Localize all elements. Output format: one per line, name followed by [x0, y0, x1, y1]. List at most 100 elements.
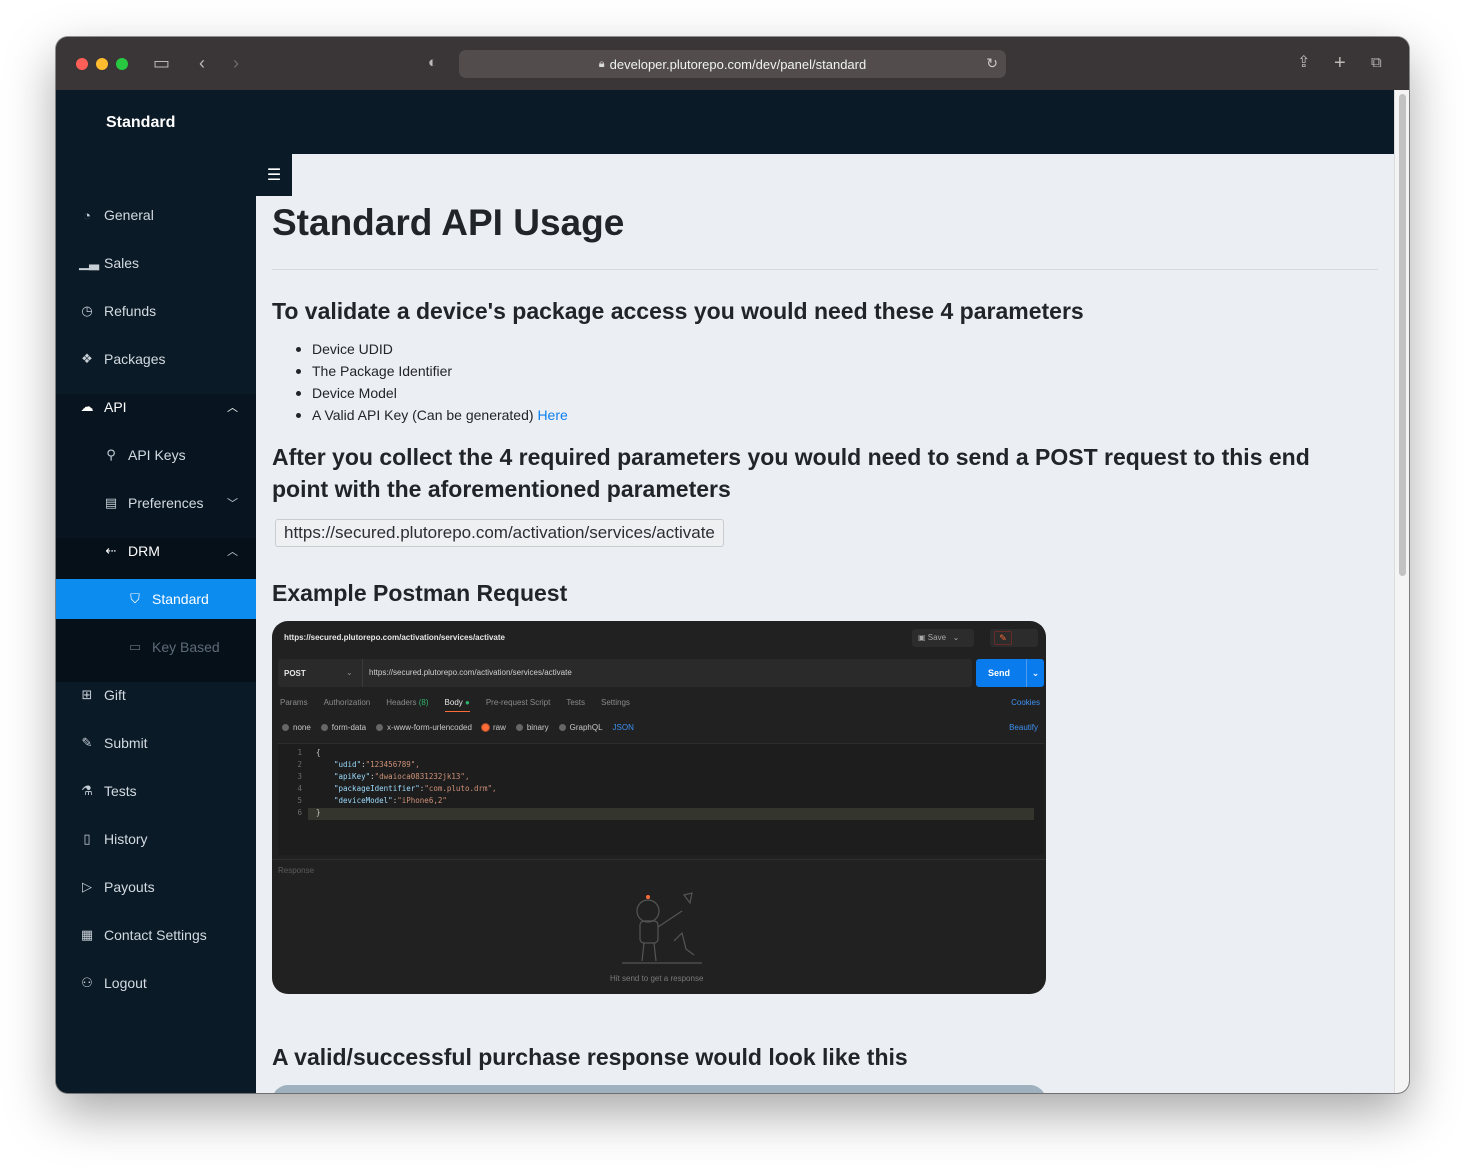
- reload-icon[interactable]: ↻: [986, 55, 998, 72]
- scrollbar-thumb[interactable]: [1399, 94, 1406, 576]
- postman-cookies: Cookies: [1011, 698, 1040, 707]
- document-icon: ▤: [104, 495, 118, 510]
- line-number: 2: [297, 760, 302, 769]
- sidebar-item-label: DRM: [128, 543, 160, 559]
- forward-icon[interactable]: ›: [233, 53, 239, 73]
- back-icon[interactable]: ‹: [199, 53, 205, 73]
- postman-beautify: Beautify: [1009, 723, 1038, 732]
- sidebar-item-general[interactable]: ◔ General: [56, 195, 256, 235]
- json-value: "iPhone6,2": [397, 796, 447, 805]
- new-tab-icon[interactable]: +: [1334, 53, 1346, 73]
- close-window-button[interactable]: [76, 58, 88, 70]
- page-title: Standard API Usage: [272, 202, 625, 243]
- monitor-icon: ▭: [128, 639, 142, 654]
- chevron-up-icon: ︿: [227, 402, 238, 414]
- section-heading-parameters: To validate a device's package access yo…: [272, 298, 1084, 324]
- sidebar-item-label: Logout: [104, 975, 147, 991]
- sidebar-item-preferences[interactable]: ▤ Preferences ﹀: [56, 483, 256, 523]
- key-icon: ⚲: [106, 447, 116, 462]
- privacy-shield-icon[interactable]: ◐: [428, 53, 437, 73]
- sidebar-item-api[interactable]: ☁ API ︿: [56, 387, 256, 427]
- sidebar-item-api-keys[interactable]: ⚲ API Keys: [56, 435, 256, 475]
- send-icon: ▷: [82, 879, 92, 894]
- json-key: "deviceModel": [334, 796, 393, 805]
- sidebar-brand: Standard: [106, 114, 176, 131]
- sidebar-item-logout[interactable]: ⚇ Logout: [56, 963, 256, 1003]
- sidebar-item-label: API Keys: [128, 447, 186, 463]
- cloud-icon: ☁: [80, 399, 94, 414]
- sidebar-item-history[interactable]: ▯ History: [56, 819, 256, 859]
- sidebar-item-sales[interactable]: ▁▃ Sales: [56, 243, 256, 283]
- history-icon: ◷: [81, 303, 93, 318]
- tab-overview-icon[interactable]: ⧉: [1371, 53, 1382, 73]
- postman-radio: none: [282, 723, 311, 732]
- logout-icon: ⚇: [81, 975, 93, 990]
- sidebar-item-label: Submit: [104, 735, 148, 751]
- sidebar-item-drm[interactable]: ⇠ DRM ︿: [56, 531, 256, 571]
- line-number: 5: [297, 796, 302, 805]
- postman-tab-label: Body: [444, 698, 463, 707]
- sidebar-item-label: General: [104, 207, 154, 223]
- chevron-down-icon: ⌄: [346, 668, 353, 677]
- sidebar-item-refunds[interactable]: ◷ Refunds: [56, 291, 256, 331]
- line-number: 4: [297, 784, 302, 793]
- zoom-window-button[interactable]: [116, 58, 128, 70]
- sidebar-item-key-based[interactable]: ▭ Key Based: [56, 627, 256, 667]
- menu-toggle-icon[interactable]: ☰: [256, 154, 292, 196]
- chevron-down-icon: ⌄: [1026, 659, 1044, 687]
- postman-screenshot: https://secured.plutorepo.com/activation…: [272, 621, 1046, 994]
- drm-icon: ⇠: [105, 543, 117, 558]
- address-bar[interactable]: 🔒︎ developer.plutorepo.com/dev/panel/sta…: [459, 50, 1006, 78]
- dropbox-icon: ❖: [81, 351, 93, 366]
- postman-code-editor: 1 { 2 "udid":"123456789", 3 "apiKey":"dw…: [278, 743, 1044, 855]
- sidebar-item-label: Preferences: [128, 495, 204, 511]
- postman-format: JSON: [612, 723, 634, 732]
- top-header-band: [256, 90, 1394, 154]
- sidebar-item-payouts[interactable]: ▷ Payouts: [56, 867, 256, 907]
- postman-radio: raw: [482, 723, 506, 732]
- parameter-list: Device UDID The Package Identifier Devic…: [296, 338, 568, 426]
- sidebar-item-standard[interactable]: ⛉ Standard: [56, 579, 256, 619]
- generate-key-link[interactable]: Here: [537, 407, 567, 423]
- lock-icon: 🔒︎: [598, 57, 605, 70]
- postman-edit-button: ✎: [990, 629, 1038, 647]
- chevron-down-icon: ﹀: [227, 498, 238, 510]
- cursor-line: [308, 808, 1034, 820]
- list-item: Device Model: [296, 382, 568, 404]
- sidebar-item-packages[interactable]: ❖ Packages: [56, 339, 256, 379]
- postman-body-types: none form-data x-www-form-urlencoded raw…: [282, 723, 634, 732]
- code-line: }: [316, 808, 321, 817]
- json-value: "com.pluto.drm",: [424, 784, 497, 793]
- sidebar-item-label: Gift: [104, 687, 126, 703]
- main-content: Standard API Usage To validate a device'…: [256, 154, 1394, 1093]
- scrollbar[interactable]: [1394, 90, 1409, 1093]
- sidebar-item-contact-settings[interactable]: ▦ Contact Settings: [56, 915, 256, 955]
- share-icon[interactable]: ⇪: [1297, 53, 1310, 73]
- section-heading-endpoint: After you collect the 4 required paramet…: [272, 444, 1310, 502]
- sidebar-item-tests[interactable]: ⚗ Tests: [56, 771, 256, 811]
- sidebar-item-label: Refunds: [104, 303, 157, 319]
- postman-method: POST: [284, 669, 306, 678]
- line-number: 3: [297, 772, 302, 781]
- gift-icon: ⊞: [81, 687, 93, 702]
- sidebar-item-label: Contact Settings: [104, 927, 207, 943]
- file-icon: ▯: [83, 831, 91, 846]
- sidebar-item-gift[interactable]: ⊞ Gift: [56, 675, 256, 715]
- postman-headers-count: (8): [418, 698, 429, 707]
- postman-tab: Headers (8): [386, 698, 428, 712]
- minimize-window-button[interactable]: [96, 58, 108, 70]
- code-line: "packageIdentifier":"com.pluto.drm",: [334, 784, 497, 793]
- chevron-up-icon: ︿: [227, 546, 238, 558]
- sidebar-item-submit[interactable]: ✎ Submit: [56, 723, 256, 763]
- postman-tabs: Params Authorization Headers (8) Body ● …: [280, 698, 630, 712]
- code-line: {: [316, 748, 321, 757]
- title-bar: ▭ ‹ › ◐ 🔒︎ developer.plutorepo.com/dev/p…: [56, 37, 1409, 90]
- postman-radio: GraphQL: [559, 723, 603, 732]
- sidebar-item-label: Key Based: [152, 639, 220, 655]
- section-heading-response: A valid/successful purchase response wou…: [272, 1044, 908, 1070]
- postman-tab-body: Body ●: [444, 698, 470, 712]
- sidebar-item-label: API: [104, 399, 127, 415]
- postman-tab: Tests: [566, 698, 585, 707]
- json-value: "123456789",: [365, 760, 420, 769]
- sidebar-toggle-icon[interactable]: ▭: [153, 53, 170, 73]
